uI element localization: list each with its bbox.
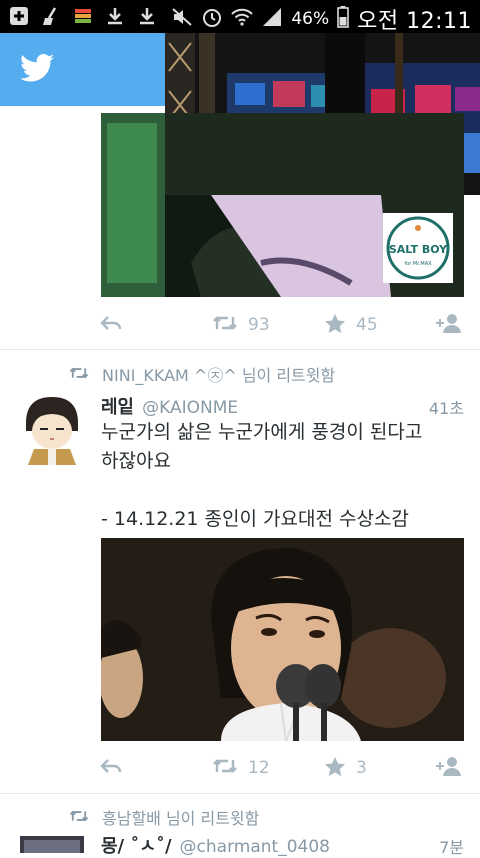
tweet-text: 누군가의 삶은 누군가에게 풍경이 된다고 하잖아요 - 14.12.21 종인… <box>101 418 461 534</box>
equalizer-icon <box>72 4 94 28</box>
tweet-actions: 93 45 <box>100 310 470 340</box>
reply-button[interactable] <box>100 313 122 337</box>
retweeted-by[interactable]: 흥남할배 님이 리트윗함 <box>68 805 259 829</box>
tweet-photo[interactable] <box>101 538 464 741</box>
avatar[interactable] <box>20 836 84 853</box>
retweet-icon <box>68 807 90 828</box>
favorite-button[interactable]: 3 <box>324 756 367 781</box>
tweet-timestamp: 7분 <box>439 838 464 857</box>
download-icon <box>136 4 158 28</box>
user-handle[interactable]: @charmant_0408 <box>180 837 330 857</box>
tweet-actions: 12 3 <box>100 753 470 783</box>
add-user-icon <box>434 756 462 781</box>
star-icon <box>324 313 346 338</box>
retweeted-by-text: NINI_KKAM ^㉨^ 님이 리트윗함 <box>102 366 336 385</box>
retweet-button[interactable]: 12 <box>212 756 270 780</box>
tweet-text-line: 누군가의 삶은 누군가에게 풍경이 된다고 <box>101 421 423 443</box>
system-icons: 46% 오전 12:11 <box>171 3 472 35</box>
star-icon <box>324 756 346 781</box>
download-icon <box>104 4 126 28</box>
mute-icon <box>171 7 193 32</box>
tweet-text-line: - 14.12.21 종인이 가요대전 수상소감 <box>101 508 409 530</box>
retweet-count: 93 <box>248 315 270 335</box>
follow-button[interactable] <box>434 756 462 781</box>
tweet-divider <box>0 793 480 794</box>
alarm-icon <box>201 6 223 33</box>
battery-percent: 46% <box>291 9 330 29</box>
display-name[interactable]: 몽/ ˚ㅅ˚/ <box>101 832 172 858</box>
retweet-button[interactable]: 93 <box>212 313 270 337</box>
retweet-icon <box>68 364 90 385</box>
favorite-count: 45 <box>356 315 378 335</box>
watermark-text: SALT BOY <box>389 243 448 256</box>
watermark-subtext: for Mr.MAX <box>404 261 432 267</box>
clock: 오전 12:11 <box>357 9 472 34</box>
battery-icon <box>337 5 349 33</box>
tweet-header: 몽/ ˚ㅅ˚/ @charmant_0408 <box>101 832 330 858</box>
tweet-timestamp: 41초 <box>428 399 464 418</box>
reply-icon <box>100 756 122 780</box>
tweet-text-line: 하잖아요 <box>101 450 171 472</box>
tweet-header: 레잍 @KAIONME <box>101 393 238 419</box>
retweeted-by-text: 흥남할배 님이 리트윗함 <box>102 809 260 828</box>
add-user-icon <box>434 313 462 338</box>
tweet-media-image[interactable]: SALT BOY for Mr.MAX <box>101 113 464 297</box>
retweet-count: 12 <box>248 758 270 778</box>
status-bar: 46% 오전 12:11 <box>0 0 480 35</box>
favorite-count: 3 <box>356 758 367 778</box>
favorite-button[interactable]: 45 <box>324 313 378 338</box>
follow-button[interactable] <box>434 313 462 338</box>
user-handle[interactable]: @KAIONME <box>142 398 238 418</box>
reply-icon <box>100 313 122 337</box>
wifi-icon <box>231 7 254 32</box>
plus-box-icon <box>8 4 30 28</box>
retweet-icon <box>212 756 238 780</box>
reply-button[interactable] <box>100 756 122 780</box>
retweet-icon <box>212 313 238 337</box>
signal-icon <box>261 7 283 32</box>
retweeted-by[interactable]: NINI_KKAM ^㉨^ 님이 리트윗함 <box>68 362 335 386</box>
broom-icon <box>40 4 62 28</box>
avatar[interactable] <box>20 393 84 465</box>
tweet-divider <box>0 349 480 350</box>
display-name[interactable]: 레잍 <box>101 393 134 419</box>
twitter-bird-icon <box>20 53 54 87</box>
notification-icons <box>8 4 158 28</box>
home-tab[interactable] <box>0 33 165 106</box>
